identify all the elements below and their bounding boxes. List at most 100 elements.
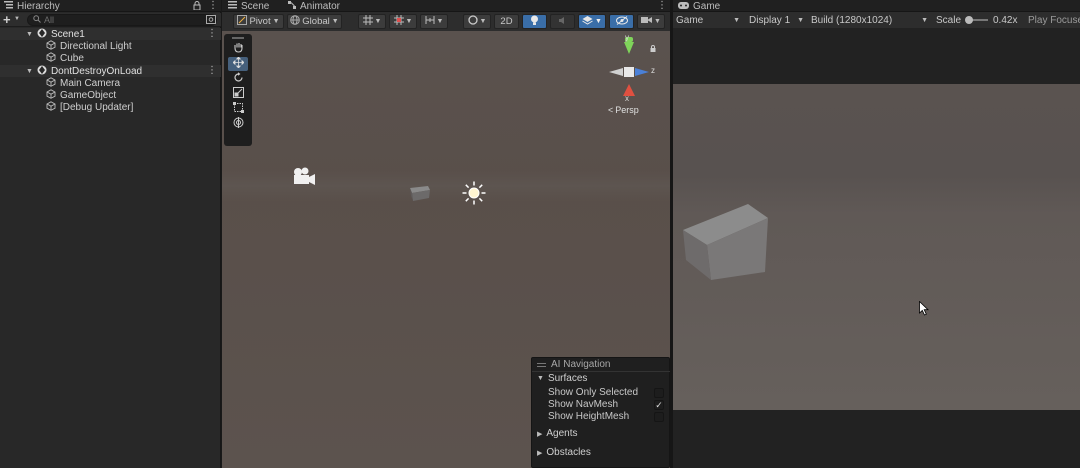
scene1-menu-kebab-icon[interactable]: ⋮ xyxy=(207,28,217,39)
effects-dropdown[interactable]: ▼ xyxy=(578,14,606,29)
scale-slider-thumb[interactable] xyxy=(965,16,973,24)
pivot-label: Pivot xyxy=(249,16,271,27)
tree-item-debug-updater[interactable]: [Debug Updater] xyxy=(46,100,133,113)
effects-layers-icon xyxy=(582,15,593,28)
transform-tool-button[interactable] xyxy=(228,117,248,131)
tree-item-scene1[interactable]: ▼ Scene1 xyxy=(26,28,85,40)
tree-item-directional-light[interactable]: Directional Light xyxy=(46,39,132,52)
grid-snapping-button[interactable]: ▼ xyxy=(358,14,386,29)
mode-2d-button[interactable]: 2D xyxy=(494,14,519,29)
hierarchy-menu-kebab-icon[interactable]: ⋮ xyxy=(208,0,218,11)
pivot-dropdown[interactable]: Pivot ▼ xyxy=(233,14,284,29)
resolution-dropdown[interactable]: Build (1280x1024) ▼ xyxy=(811,13,930,27)
tree-item-main-camera[interactable]: Main Camera xyxy=(46,76,121,89)
scene-tab-icon xyxy=(228,0,237,12)
chevron-down-icon: ▼ xyxy=(654,18,661,25)
tree-item-cube[interactable]: Cube xyxy=(46,51,84,65)
tree-item-dontdestroyonload[interactable]: ▼ DontDestroyOnLoad xyxy=(26,65,142,77)
search-placeholder: All xyxy=(44,15,55,25)
hand-icon xyxy=(233,42,244,56)
scale-control[interactable]: Scale 0.42x xyxy=(936,13,1020,27)
global-dropdown[interactable]: Global ▼ xyxy=(287,14,342,29)
scene-search-filter-icon[interactable] xyxy=(206,15,216,27)
cube-gameobject[interactable] xyxy=(408,184,432,211)
tab-animator[interactable]: Animator xyxy=(288,0,340,12)
collapsed-arrow-icon: ▶ xyxy=(537,430,543,438)
hidden-objects-toggle[interactable] xyxy=(609,14,634,29)
hierarchy-search-field[interactable]: All xyxy=(27,14,217,26)
show-navmesh-checkbox[interactable]: ✓ xyxy=(654,400,664,410)
play-focused-label: Play Focuse xyxy=(1028,14,1080,26)
cube-render xyxy=(683,202,778,287)
display-dropdown[interactable]: Display 1 ▼ xyxy=(749,13,806,27)
persp-toggle[interactable]: < Persp xyxy=(608,105,639,115)
chevron-down-icon: ▼ xyxy=(436,18,444,25)
camera-gizmo-icon[interactable] xyxy=(292,166,316,189)
snap-increment-button[interactable]: ▼ xyxy=(389,14,417,29)
play-focused-dropdown[interactable]: Play Focuse xyxy=(1028,13,1080,27)
chevron-left-icon: < xyxy=(608,105,614,115)
hierarchy-list-icon xyxy=(4,0,13,12)
tree-item-label: Scene1 xyxy=(50,28,85,40)
gamepad-icon xyxy=(678,1,689,12)
scene-menu-kebab-icon[interactable]: ⋮ xyxy=(657,0,667,11)
dontdestroy-menu-kebab-icon[interactable]: ⋮ xyxy=(207,65,217,76)
add-dropdown-caret-icon[interactable]: ▼ xyxy=(14,16,20,22)
transform-combo-icon xyxy=(233,117,244,131)
directional-light-gizmo-icon[interactable] xyxy=(462,181,486,208)
agents-foldout[interactable]: ▶ Agents xyxy=(537,428,578,439)
show-only-selected-checkbox[interactable] xyxy=(654,388,664,398)
add-object-button[interactable]: + xyxy=(3,12,11,27)
hand-tool-button[interactable] xyxy=(228,42,248,56)
tab-game[interactable]: Game xyxy=(678,0,720,12)
tree-item-label: Cube xyxy=(60,52,84,64)
shaded-sphere-icon xyxy=(467,15,478,28)
rotate-tool-button[interactable] xyxy=(228,72,248,86)
tab-scene[interactable]: Scene xyxy=(228,0,269,12)
show-heightmesh-checkbox[interactable] xyxy=(654,412,664,422)
move-tool-button[interactable] xyxy=(228,56,248,71)
game-view-dropdown[interactable]: Game ▼ xyxy=(676,13,742,27)
global-label: Global xyxy=(302,16,330,27)
expand-arrow-icon[interactable]: ▼ xyxy=(26,31,33,38)
tab-hierarchy[interactable]: Hierarchy xyxy=(4,0,60,12)
grid-icon xyxy=(393,15,404,28)
hierarchy-panel: Hierarchy ⋮ + ▼ All ▼ Scene1 ⋮ Direction… xyxy=(0,0,221,468)
scene-viewport[interactable]: y z x < Persp AI Navigation ▼ Surfaces S… xyxy=(222,31,671,468)
gameobject-cube-icon xyxy=(46,51,56,65)
obstacles-foldout[interactable]: ▶ Obstacles xyxy=(537,447,591,458)
tree-item-label: Directional Light xyxy=(60,40,132,52)
axis-x-label: x xyxy=(625,94,629,103)
tree-item-label: DontDestroyOnLoad xyxy=(50,65,143,77)
tree-item-label: Main Camera xyxy=(60,77,121,89)
draw-mode-dropdown[interactable]: ▼ xyxy=(463,14,491,29)
gizmo-lock-icon[interactable] xyxy=(650,44,656,55)
resolution-label: Build (1280x1024) xyxy=(811,14,893,26)
hierarchy-tab-label: Hierarchy xyxy=(17,0,60,12)
camera-settings-dropdown[interactable]: ▼ xyxy=(637,14,665,29)
search-icon xyxy=(33,14,41,26)
mode-2d-label: 2D xyxy=(500,16,513,27)
eye-slash-icon xyxy=(615,15,628,28)
animator-tab-icon xyxy=(288,0,296,12)
expand-arrow-icon[interactable]: ▼ xyxy=(26,68,33,75)
audio-toggle[interactable] xyxy=(550,14,575,29)
lightbulb-icon xyxy=(530,15,539,29)
lock-icon[interactable] xyxy=(193,1,201,13)
tree-item-gameobject[interactable]: GameObject xyxy=(46,88,116,101)
persp-label: Persp xyxy=(615,105,639,115)
axis-z-label: z xyxy=(651,66,655,75)
scale-tool-button[interactable] xyxy=(228,87,248,101)
rect-transform-icon xyxy=(232,102,244,116)
rect-tool-button[interactable] xyxy=(228,102,248,116)
lighting-toggle[interactable] xyxy=(522,14,547,29)
audio-speaker-icon xyxy=(558,16,568,28)
pivot-icon xyxy=(237,15,248,28)
snap-ruler-icon xyxy=(425,15,435,28)
display-label: Display 1 xyxy=(749,14,791,26)
surfaces-foldout[interactable]: ▼ Surfaces xyxy=(537,373,587,384)
chevron-down-icon: ▼ xyxy=(595,18,602,25)
surfaces-label: Surfaces xyxy=(547,373,588,384)
game-viewport[interactable] xyxy=(673,84,1080,410)
increment-snap-button[interactable]: ▼ xyxy=(420,14,448,29)
